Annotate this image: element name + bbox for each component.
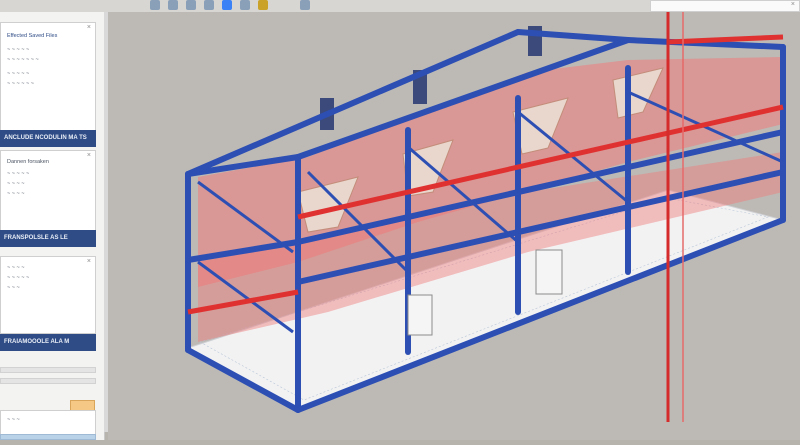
panel-line: ~ ~ ~ ~	[7, 191, 25, 197]
panel-line: ~ ~ ~ ~ ~	[7, 47, 30, 53]
cad-app-window: × Effected Saved Files ~ ~ ~ ~ ~ ~ ~ ~ ~…	[0, 0, 800, 440]
shape-icon[interactable]	[222, 0, 232, 10]
settings-icon[interactable]	[300, 0, 310, 10]
properties-sidebar: × Effected Saved Files ~ ~ ~ ~ ~ ~ ~ ~ ~…	[0, 12, 105, 440]
section-header-2[interactable]: FRANSPOLSLE AS LE	[0, 230, 96, 247]
panel-line: ~ ~ ~	[7, 285, 20, 291]
render-icon[interactable]	[240, 0, 250, 10]
edit-icon[interactable]	[168, 0, 178, 10]
equipment-box	[407, 294, 433, 336]
panel-2: × Dannen forsaken ~ ~ ~ ~ ~ ~ ~ ~ ~ ~ ~ …	[0, 150, 96, 232]
close-icon[interactable]: ×	[87, 258, 91, 265]
panel-line: ~ ~ ~ ~ ~	[7, 71, 30, 77]
panel-line: ~ ~ ~ ~ ~	[7, 275, 30, 281]
panel-line: Dannen forsaken	[7, 159, 49, 165]
slider-track[interactable]	[0, 367, 96, 373]
snap-icon[interactable]	[204, 0, 214, 10]
panel-line: ~ ~ ~ ~ ~	[7, 171, 30, 177]
section-header-3[interactable]: FRAIAMOOOLE ALA M	[0, 334, 96, 351]
close-icon[interactable]: ×	[87, 152, 91, 159]
floating-panel: ×	[650, 0, 800, 12]
panel-line: Effected Saved Files	[7, 33, 58, 39]
panel-line: ~ ~ ~ ~	[7, 265, 25, 271]
equipment-box	[535, 249, 563, 295]
measure-icon[interactable]	[258, 0, 268, 10]
panel-line: ~ ~ ~	[7, 417, 20, 423]
panel-line: ~ ~ ~ ~	[7, 181, 25, 187]
view-icon[interactable]	[186, 0, 196, 10]
status-strip	[0, 434, 96, 440]
close-icon[interactable]: ×	[791, 1, 795, 8]
panel-line: ~ ~ ~ ~ ~ ~ ~	[7, 57, 39, 63]
slider-track[interactable]	[0, 378, 96, 384]
panel-line: ~ ~ ~ ~ ~ ~	[7, 81, 34, 87]
panel-3: × ~ ~ ~ ~ ~ ~ ~ ~ ~ ~ ~ ~	[0, 256, 96, 334]
close-icon[interactable]: ×	[87, 24, 91, 31]
panel-1: × Effected Saved Files ~ ~ ~ ~ ~ ~ ~ ~ ~…	[0, 22, 96, 132]
file-icon[interactable]	[150, 0, 160, 10]
section-header-1[interactable]: ANCLUDE NCODULIN MA TS	[0, 130, 96, 147]
3d-viewport[interactable]	[108, 12, 800, 440]
structure-model	[108, 12, 800, 440]
